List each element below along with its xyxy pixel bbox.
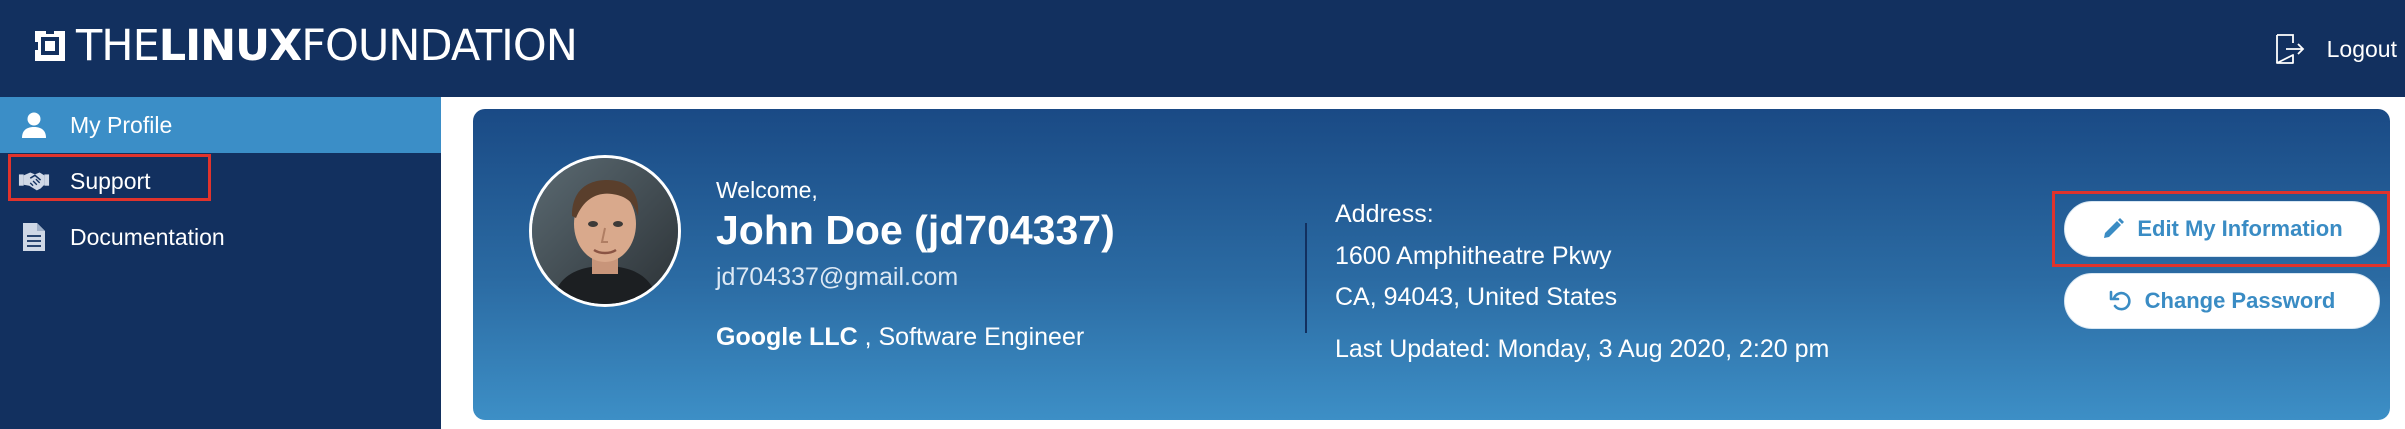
change-password-label: Change Password xyxy=(2144,288,2336,313)
user-email: jd704337@gmail.com xyxy=(716,263,959,291)
edit-button-label: Edit My Information xyxy=(2137,216,2343,241)
last-updated-text: Last Updated: Monday, 3 Aug 2020, 2:20 p… xyxy=(1335,335,1830,363)
sidebar-item-label: My Profile xyxy=(70,111,173,138)
top-header-bar: THELINUXFOUNDATION Logout xyxy=(0,0,2405,97)
logo-mark-icon xyxy=(32,28,65,61)
edit-my-information-button[interactable]: Edit My Information xyxy=(2064,201,2380,257)
pencil-icon xyxy=(2104,218,2125,238)
address-line-1: 1600 Amphitheatre Pkwy xyxy=(1335,242,1612,270)
address-label: Address: xyxy=(1335,200,1434,228)
user-full-name: John Doe (jd704337) xyxy=(716,207,1115,253)
logo-text: THELINUXFOUNDATION xyxy=(76,21,578,71)
address-line-2: CA, 94043, United States xyxy=(1335,283,1618,311)
welcome-text: Welcome, xyxy=(716,177,818,203)
change-password-button[interactable]: Change Password xyxy=(2064,273,2380,329)
sidebar-item-label: Documentation xyxy=(70,223,225,250)
logout-button[interactable]: Logout xyxy=(2273,30,2405,68)
sidebar-item-my-profile[interactable]: My Profile xyxy=(0,97,441,153)
document-icon xyxy=(18,221,50,253)
logout-label: Logout xyxy=(2326,35,2397,62)
logout-icon xyxy=(2275,34,2304,64)
section-divider xyxy=(1305,223,1307,333)
linux-foundation-logo[interactable]: THELINUXFOUNDATION xyxy=(32,21,578,71)
support-highlight-box xyxy=(8,154,211,201)
sidebar: My Profile Support Documentation xyxy=(0,97,441,429)
user-organization: Google LLC , Software Engineer xyxy=(716,323,1084,352)
main-content: Welcome, John Doe (jd704337) jd704337@gm… xyxy=(441,97,2405,429)
job-title: , Software Engineer xyxy=(857,323,1085,351)
undo-icon xyxy=(2109,290,2131,311)
sidebar-item-documentation[interactable]: Documentation xyxy=(0,209,441,265)
person-icon xyxy=(18,109,50,141)
profile-card: Welcome, John Doe (jd704337) jd704337@gm… xyxy=(473,109,2390,420)
company-name: Google LLC xyxy=(716,323,858,351)
avatar xyxy=(529,155,681,307)
